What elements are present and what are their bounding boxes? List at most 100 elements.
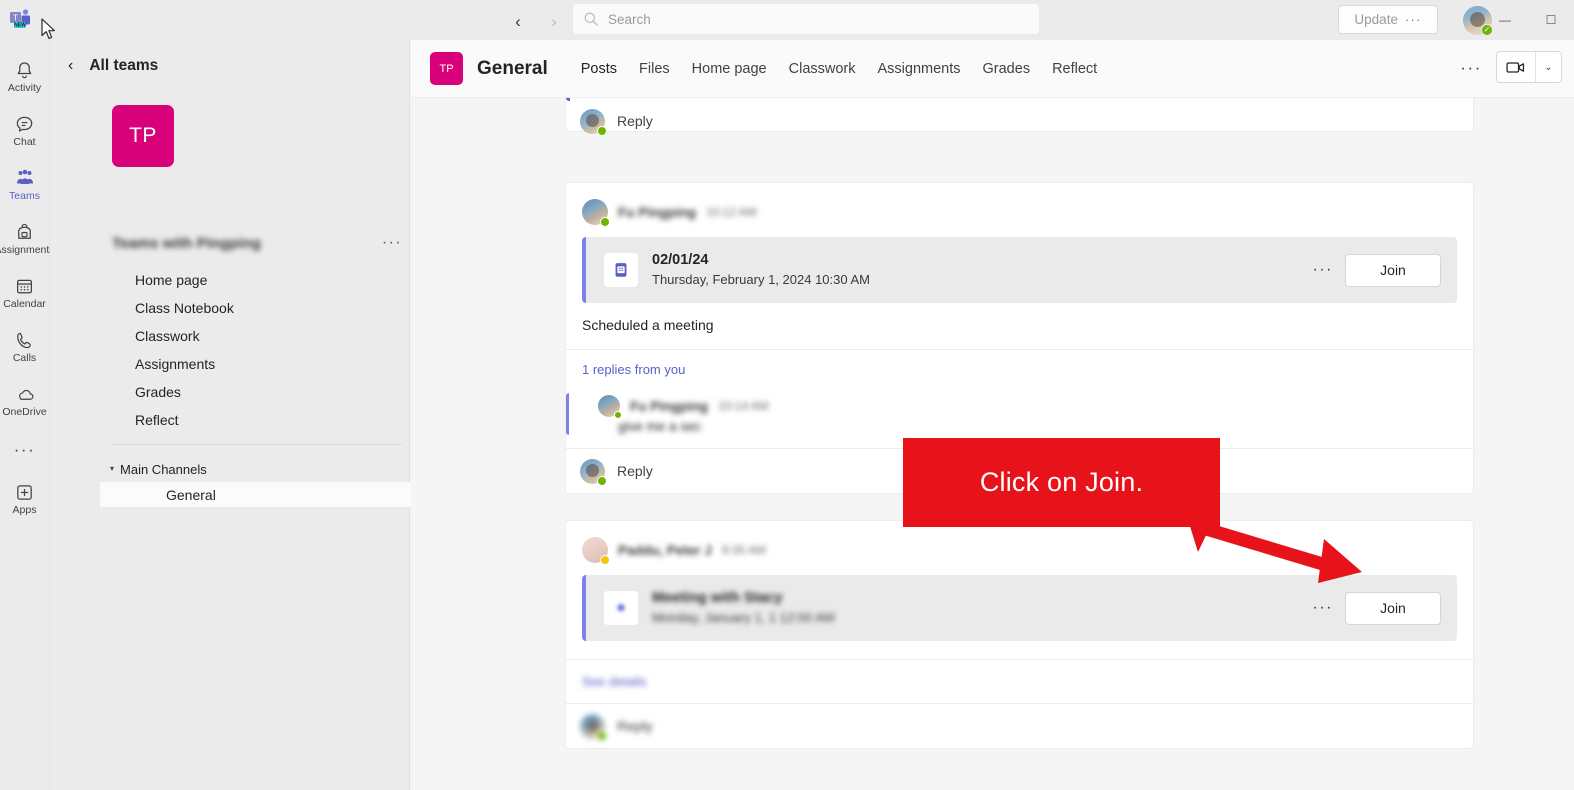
team-name-row[interactable]: Teams with Pingping ···	[112, 230, 402, 256]
tab-home-page[interactable]: Home page	[681, 49, 778, 89]
team-tab-grades[interactable]: Grades	[100, 378, 410, 406]
tab-grades[interactable]: Grades	[972, 49, 1042, 89]
minimize-button[interactable]: —	[1482, 0, 1528, 40]
history-navigation: ‹ ›	[505, 8, 567, 34]
rail-label-activity: Activity	[7, 82, 42, 95]
search-placeholder: Search	[608, 11, 651, 27]
meeting-card-one[interactable]: 02/01/24 Thursday, February 1, 2024 10:3…	[582, 237, 1457, 304]
meeting-title: Meeting with Stacy	[652, 590, 783, 606]
main-channels-section-header[interactable]: ▾ Main Channels	[100, 459, 400, 479]
meeting-more-options-button[interactable]: ···	[1313, 600, 1333, 616]
chevron-down-icon: ▾	[110, 464, 115, 473]
avatar	[580, 108, 607, 136]
search-icon	[583, 11, 599, 27]
rail-item-onedrive[interactable]: OneDrive	[0, 374, 50, 428]
rail-item-activity[interactable]: Activity	[0, 50, 50, 104]
rail-label-onedrive: OneDrive	[2, 406, 47, 419]
thread-author: Fu Pingping	[630, 398, 708, 414]
team-tab-assignments[interactable]: Assignments	[100, 350, 410, 378]
meeting-accent-bar	[582, 237, 586, 304]
search-input[interactable]: Search	[573, 4, 1039, 34]
app-rail: Activity Chat Teams Assignments Calendar…	[0, 40, 55, 790]
replies-from-you-link[interactable]: 1 replies from you	[566, 350, 1473, 389]
meeting-actions: ··· Join	[1313, 591, 1441, 625]
rail-item-teams[interactable]: Teams	[0, 158, 50, 212]
message-timestamp: 9:35 AM	[721, 543, 766, 557]
post-card-previous: Reply	[565, 98, 1474, 136]
rail-item-calendar[interactable]: Calendar	[0, 266, 50, 320]
message-author: Fu Pingping	[618, 204, 696, 220]
svg-text:NEW: NEW	[14, 23, 26, 29]
team-tab-reflect[interactable]: Reflect	[100, 406, 410, 434]
tab-posts[interactable]: Posts	[570, 49, 628, 89]
reply-label: Reply	[617, 463, 653, 480]
post-card-meeting-one: Fu Pingping 10:12 AM 02/01/24 Thursday, …	[565, 182, 1474, 495]
join-button-second-meeting[interactable]: Join	[1345, 591, 1441, 625]
avatar	[598, 395, 622, 420]
meeting-more-options-button[interactable]: ···	[1313, 262, 1333, 278]
update-label: Update	[1354, 12, 1398, 27]
message-body: Scheduled a meeting	[582, 317, 714, 334]
message-header: Fu Pingping 10:12 AM	[566, 183, 1473, 227]
main-content: TP General Posts Files Home page Classwo…	[411, 40, 1574, 790]
tab-files[interactable]: Files	[628, 49, 681, 89]
channel-item-general[interactable]: General	[100, 482, 460, 507]
all-teams-header[interactable]: ‹ All teams	[50, 40, 409, 92]
back-button[interactable]: ‹	[505, 8, 531, 34]
update-button[interactable]: Update ···	[1338, 5, 1438, 34]
meeting-subtitle: Monday, January 1, 1 12:00 AM	[652, 609, 835, 625]
onedrive-cloud-icon	[14, 383, 36, 405]
rail-item-calls[interactable]: Calls	[0, 320, 50, 374]
forward-button[interactable]: ›	[541, 8, 567, 34]
join-button-first-meeting[interactable]: Join	[1345, 253, 1441, 287]
team-tab-classwork[interactable]: Classwork	[100, 322, 410, 350]
rail-item-assignments[interactable]: Assignments	[0, 212, 55, 266]
channel-header: TP General Posts Files Home page Classwo…	[411, 40, 1574, 98]
microsoft-teams-logo[interactable]: T NEW	[6, 5, 36, 35]
rail-more-apps-button[interactable]: ···	[0, 428, 50, 472]
channel-more-options-button[interactable]: ···	[1456, 59, 1486, 76]
panel-back-icon[interactable]: ‹	[68, 58, 73, 74]
teams-list-panel: ‹ All teams TP Teams with Pingping ··· H…	[50, 40, 460, 790]
channel-header-actions: ··· ⌄	[1456, 51, 1562, 83]
rail-item-chat[interactable]: Chat	[0, 104, 50, 158]
phone-icon	[14, 329, 35, 351]
avatar	[582, 537, 610, 565]
avatar	[580, 458, 607, 486]
team-tab-class-notebook[interactable]: Class Notebook	[100, 294, 410, 322]
team-more-options-button[interactable]: ···	[382, 235, 402, 251]
reply-button-message-one[interactable]: Reply	[566, 449, 1473, 493]
reply-label: Reply	[617, 113, 653, 129]
posts-feed[interactable]: Reply Fu Pingping 10:12 AM 02/01/24 Thur…	[411, 98, 1574, 790]
see-details-link[interactable]: See details	[566, 660, 1473, 703]
meeting-subtitle: Thursday, February 1, 2024 10:30 AM	[652, 271, 870, 287]
meeting-actions: ··· Join	[1313, 253, 1441, 287]
reply-button-previous[interactable]: Reply	[566, 99, 1473, 143]
tab-classwork[interactable]: Classwork	[778, 49, 867, 89]
meeting-text-block: Meeting with Stacy Monday, January 1, 1 …	[652, 589, 1313, 627]
meet-dropdown-chevron-icon[interactable]: ⌄	[1535, 52, 1561, 82]
mouse-cursor	[41, 18, 57, 42]
meeting-text-block: 02/01/24 Thursday, February 1, 2024 10:3…	[652, 251, 1313, 289]
thread-timestamp: 10:14 AM	[717, 399, 769, 414]
rail-label-assignments: Assignments	[0, 244, 55, 257]
title-bar: T NEW ‹ › Search Update ··· ✓ — ☐	[0, 0, 1574, 40]
panel-divider	[112, 444, 402, 445]
tab-reflect[interactable]: Reflect	[1041, 49, 1108, 89]
team-tab-home-page[interactable]: Home page	[100, 266, 410, 294]
reply-button-message-two[interactable]: Reply	[566, 704, 1473, 748]
rail-item-apps[interactable]: Apps	[0, 472, 50, 526]
rail-label-calls: Calls	[12, 352, 37, 365]
meeting-card-two[interactable]: Meeting with Stacy Monday, January 1, 1 …	[582, 575, 1457, 642]
video-camera-icon[interactable]	[1497, 52, 1535, 82]
maximize-button[interactable]: ☐	[1528, 0, 1574, 40]
rail-label-teams: Teams	[9, 190, 40, 203]
tab-assignments[interactable]: Assignments	[867, 49, 972, 89]
apps-plus-icon	[14, 481, 35, 503]
message-timestamp: 10:12 AM	[705, 205, 757, 219]
meeting-accent-bar	[582, 575, 586, 642]
teams-app-window: T NEW ‹ › Search Update ··· ✓ — ☐ Activi…	[0, 0, 1574, 790]
reply-label: Reply	[617, 718, 653, 735]
avatar	[582, 199, 610, 227]
team-avatar-tile[interactable]: TP	[112, 105, 174, 167]
